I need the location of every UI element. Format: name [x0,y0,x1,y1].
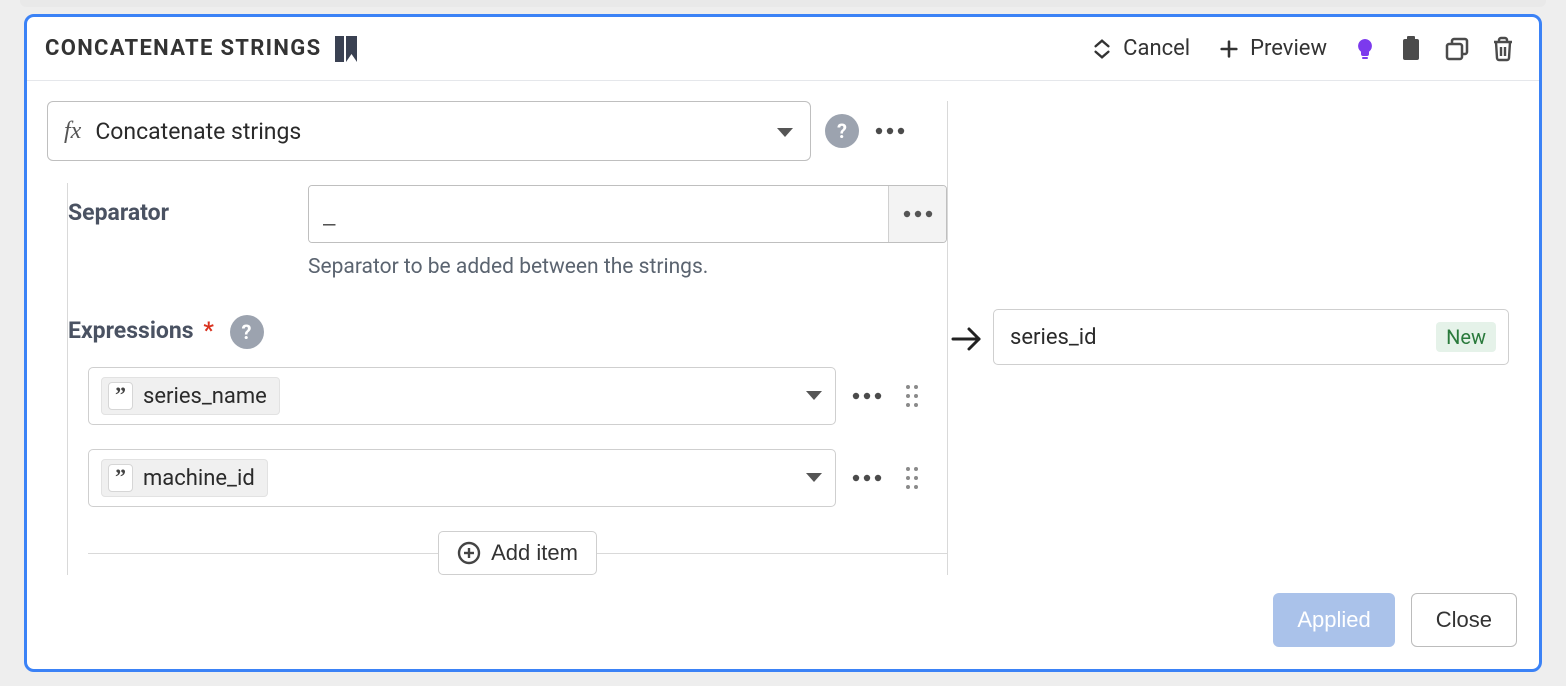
previous-step-edge [20,0,1546,7]
expression-item: ” machine_id [88,449,947,507]
drag-handle-icon[interactable] [898,376,926,416]
panel-title: CONCATENATE STRINGS [45,36,321,61]
function-more-icon[interactable] [873,114,907,148]
expression-select[interactable]: ” series_name [88,367,836,425]
fx-icon: fx [64,118,81,145]
preview-button[interactable]: Preview [1208,30,1337,67]
arrow-right-icon [951,325,983,357]
bookmark-icon[interactable] [335,36,357,62]
expression-pill: ” series_name [101,377,280,415]
expression-name: series_name [143,384,267,409]
separator-more-button[interactable] [888,186,946,242]
add-item-button[interactable]: Add item [438,531,597,575]
cancel-button[interactable]: Cancel [1081,30,1200,67]
preview-label: Preview [1250,36,1327,61]
add-item-label: Add item [491,540,578,566]
separator-input[interactable] [309,186,888,242]
expression-more-icon[interactable] [850,461,884,495]
separator-label: Separator [68,185,308,226]
close-button[interactable]: Close [1411,593,1517,647]
output-column-name: series_id [1010,325,1097,350]
expression-item: ” series_name [88,367,947,425]
expression-pill: ” machine_id [101,459,268,497]
add-item-row: Add item [88,531,947,575]
expressions-label: Expressions [68,317,194,344]
duplicate-icon[interactable] [1439,31,1475,67]
string-type-icon: ” [108,464,133,492]
expressions-header-row: Expressions * ? [68,301,947,349]
trash-icon[interactable] [1485,31,1521,67]
right-column: series_id New [947,101,1519,575]
separator-row: Separator Separator to be added between … [68,185,947,279]
function-help-icon[interactable]: ? [825,114,859,148]
separator-help-text: Separator to be added between the string… [308,255,947,279]
expressions-help-icon[interactable]: ? [230,315,264,349]
left-column: fx Concatenate strings ? Separator [47,101,947,575]
chevron-down-icon [805,469,823,488]
string-type-icon: ” [108,382,133,410]
function-select[interactable]: fx Concatenate strings [47,101,811,161]
function-select-label: Concatenate strings [95,118,301,145]
clipboard-icon[interactable] [1393,31,1429,67]
cancel-label: Cancel [1123,36,1190,61]
step-editor-panel: CONCATENATE STRINGS Cancel [24,14,1542,672]
drag-handle-icon[interactable] [898,458,926,498]
panel-footer: Applied Close [27,575,1539,669]
expression-select[interactable]: ” machine_id [88,449,836,507]
output-column-field[interactable]: series_id New [993,309,1509,365]
panel-header: CONCATENATE STRINGS Cancel [27,17,1539,81]
applied-button: Applied [1273,593,1394,647]
applied-label: Applied [1297,607,1370,633]
expression-name: machine_id [143,466,255,491]
expression-more-icon[interactable] [850,379,884,413]
new-badge: New [1436,322,1496,352]
chevron-down-icon [805,387,823,406]
close-label: Close [1436,607,1492,633]
lightbulb-icon[interactable] [1347,31,1383,67]
chevron-down-icon [776,118,794,145]
panel-body: fx Concatenate strings ? Separator [27,81,1539,575]
required-asterisk: * [203,317,213,344]
